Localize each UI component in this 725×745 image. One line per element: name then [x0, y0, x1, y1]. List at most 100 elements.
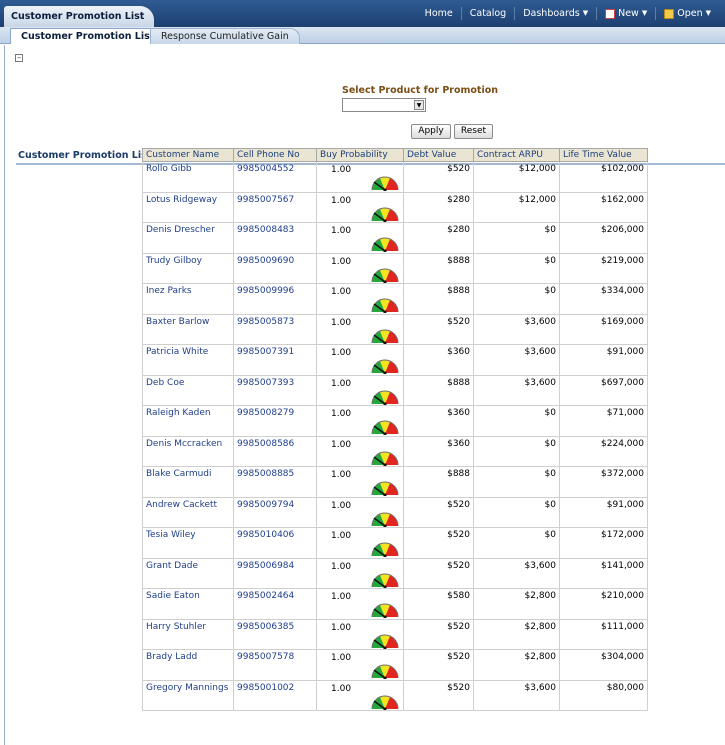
buy-probability-cell: 1.00 — [316, 679, 404, 711]
lifetime-value-cell: $210,000 — [559, 588, 648, 620]
customer-name-link[interactable]: Harry Stuhler — [142, 618, 234, 650]
debt-value-cell: $280 — [403, 191, 474, 223]
cell-phone-link[interactable]: 9985007578 — [233, 649, 317, 681]
column-header-debt-value[interactable]: Debt Value — [403, 148, 474, 162]
cell-phone-link[interactable]: 9985009996 — [233, 283, 317, 315]
debt-value-cell: $888 — [403, 466, 474, 498]
lifetime-value-cell: $304,000 — [559, 649, 648, 681]
lifetime-value-cell: $219,000 — [559, 252, 648, 284]
tab-response-cumulative-gain[interactable]: Response Cumulative Gain — [150, 28, 300, 44]
lifetime-value-cell: $169,000 — [559, 313, 648, 345]
tab-customer-promotion-list[interactable]: Customer Promotion List — [10, 28, 166, 44]
column-header-lifetime-value[interactable]: Life Time Value — [559, 148, 648, 162]
cell-phone-link[interactable]: 9985007567 — [233, 191, 317, 223]
buy-probability-value: 1.00 — [331, 348, 352, 358]
reset-button[interactable]: Reset — [454, 124, 493, 139]
customer-name-link[interactable]: Deb Coe — [142, 374, 234, 406]
debt-value-cell: $520 — [403, 161, 474, 193]
customer-name-link[interactable]: Raleigh Kaden — [142, 405, 234, 437]
nav-open-label: Open — [677, 8, 703, 19]
table-body: Rollo Gibb 9985004552 1.00 $520 $12,000 $102,… — [142, 161, 648, 711]
table-row: Baxter Barlow 9985005873 1.00 $520 $3,600 $16… — [142, 313, 648, 345]
buy-probability-value: 1.00 — [331, 470, 352, 480]
buy-probability-value: 1.00 — [331, 195, 352, 206]
apply-button[interactable]: Apply — [411, 124, 451, 139]
customer-name-link[interactable]: Lotus Ridgeway — [142, 191, 234, 223]
nav-home-label: Home — [424, 8, 453, 19]
table-row: Blake Carmudi 9985008885 1.00 $888 $0 $372,00… — [142, 466, 648, 498]
gauge-icon — [370, 661, 400, 680]
nav-open[interactable]: Open ▼ — [656, 7, 719, 20]
nav-catalog[interactable]: Catalog — [462, 7, 516, 20]
customer-name-link[interactable]: Tesia Wiley — [142, 527, 234, 559]
customer-name-link[interactable]: Grant Dade — [142, 557, 234, 589]
gauge-icon — [370, 356, 400, 375]
customer-name-link[interactable]: Rollo Gibb — [142, 161, 234, 193]
cell-phone-link[interactable]: 9985006385 — [233, 618, 317, 650]
nav-new[interactable]: New ▼ — [597, 7, 657, 20]
customer-name-link[interactable]: Denis Drescher — [142, 222, 234, 254]
dashboard-title-tab[interactable]: Customer Promotion List — [4, 6, 154, 27]
cell-phone-link[interactable]: 9985008279 — [233, 405, 317, 437]
customer-name-link[interactable]: Sadie Eaton — [142, 588, 234, 620]
contract-arpu-cell: $0 — [473, 527, 560, 559]
chevron-down-icon[interactable]: ▼ — [414, 100, 424, 110]
buy-probability-cell: 1.00 — [316, 557, 404, 589]
global-nav: Home Catalog Dashboards ▼ New ▼ Open ▼ — [417, 0, 719, 27]
cell-phone-link[interactable]: 9985007393 — [233, 374, 317, 406]
table-row: Deb Coe 9985007393 1.00 $888 $3,600 $697,000 — [142, 374, 648, 406]
cell-phone-link[interactable]: 9985009690 — [233, 252, 317, 284]
buy-probability-cell: 1.00 — [316, 161, 404, 193]
cell-phone-link[interactable]: 9985008483 — [233, 222, 317, 254]
customer-name-link[interactable]: Inez Parks — [142, 283, 234, 315]
cell-phone-link[interactable]: 9985006984 — [233, 557, 317, 589]
buy-probability-value: 1.00 — [331, 256, 352, 267]
cell-phone-link[interactable]: 9985007391 — [233, 344, 317, 376]
cell-phone-link[interactable]: 9985009794 — [233, 496, 317, 528]
lifetime-value-cell: $80,000 — [559, 679, 648, 711]
cell-phone-link[interactable]: 9985004552 — [233, 161, 317, 193]
column-header-buy-probability[interactable]: Buy Probability — [316, 148, 404, 162]
buy-probability-value: 1.00 — [331, 622, 352, 633]
cell-phone-link[interactable]: 9985001002 — [233, 679, 317, 711]
debt-value-cell: $520 — [403, 679, 474, 711]
cell-phone-link[interactable]: 9985002464 — [233, 588, 317, 620]
contract-arpu-cell: $0 — [473, 435, 560, 467]
nav-dashboards[interactable]: Dashboards ▼ — [515, 7, 598, 20]
customer-name-link[interactable]: Blake Carmudi — [142, 466, 234, 498]
cell-phone-link[interactable]: 9985005873 — [233, 313, 317, 345]
buy-probability-cell: 1.00 — [316, 313, 404, 345]
chevron-down-icon: ▼ — [582, 9, 589, 17]
buy-probability-value: 1.00 — [331, 531, 352, 541]
column-header-contract-arpu[interactable]: Contract ARPU — [473, 148, 560, 162]
cell-phone-link[interactable]: 9985008885 — [233, 466, 317, 498]
contract-arpu-cell: $0 — [473, 252, 560, 284]
customer-name-link[interactable]: Baxter Barlow — [142, 313, 234, 345]
collapse-icon[interactable]: – — [15, 54, 23, 62]
buy-probability-cell: 1.00 — [316, 435, 404, 467]
debt-value-cell: $360 — [403, 435, 474, 467]
customer-name-link[interactable]: Brady Ladd — [142, 649, 234, 681]
debt-value-cell: $520 — [403, 649, 474, 681]
buy-probability-value: 1.00 — [331, 226, 352, 236]
cell-phone-link[interactable]: 9985010406 — [233, 527, 317, 559]
contract-arpu-cell: $3,600 — [473, 344, 560, 376]
buy-probability-value: 1.00 — [331, 653, 352, 663]
buy-probability-value: 1.00 — [331, 378, 352, 389]
customer-name-link[interactable]: Patricia White — [142, 344, 234, 376]
lifetime-value-cell: $141,000 — [559, 557, 648, 589]
cell-phone-link[interactable]: 9985008586 — [233, 435, 317, 467]
product-select[interactable]: ▼ — [342, 98, 426, 112]
customer-name-link[interactable]: Gregory Mannings — [142, 679, 234, 711]
table-row: Denis Drescher 9985008483 1.00 $280 $0 $206,0… — [142, 222, 648, 254]
customer-name-link[interactable]: Denis Mccracken — [142, 435, 234, 467]
customer-name-link[interactable]: Trudy Gilboy — [142, 252, 234, 284]
customer-name-link[interactable]: Andrew Cackett — [142, 496, 234, 528]
gauge-icon — [370, 417, 400, 436]
debt-value-cell: $520 — [403, 557, 474, 589]
column-header-customer-name[interactable]: Customer Name — [142, 148, 234, 162]
debt-value-cell: $360 — [403, 344, 474, 376]
lifetime-value-cell: $91,000 — [559, 496, 648, 528]
nav-home[interactable]: Home — [417, 7, 462, 20]
column-header-cell-phone[interactable]: Cell Phone No — [233, 148, 317, 162]
